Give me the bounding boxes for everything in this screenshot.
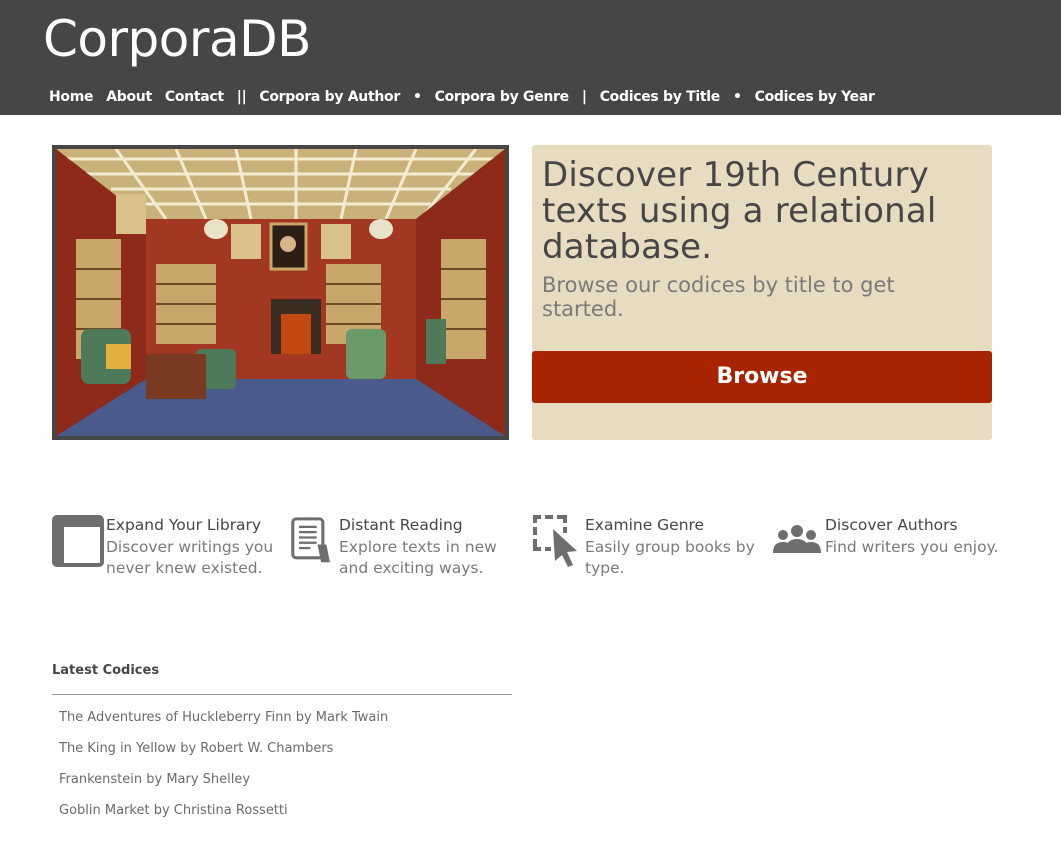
- library-room-painting: [56, 149, 505, 436]
- feature-distant-reading: Distant Reading Explore texts in new and…: [291, 515, 521, 585]
- book-icon: [52, 515, 104, 567]
- hero-library-image: [52, 145, 509, 440]
- people-group-icon: [773, 525, 821, 553]
- nav-separator: •: [732, 89, 742, 105]
- nav-codices-by-year[interactable]: Codices by Year: [755, 89, 875, 105]
- nav-home[interactable]: Home: [49, 89, 94, 105]
- feature-title: Expand Your Library: [106, 516, 262, 534]
- feature-description: Easily group books by type.: [585, 538, 755, 577]
- feature-title: Examine Genre: [585, 516, 705, 534]
- main-nav: Home About Contact || Corpora by Author …: [49, 86, 888, 108]
- site-logo[interactable]: CorporaDB: [43, 8, 311, 70]
- nav-separator: ||: [236, 89, 247, 105]
- latest-codices-heading: Latest Codices: [52, 663, 160, 678]
- list-item[interactable]: Frankenstein by Mary Shelley: [59, 770, 388, 801]
- latest-codices-list: The Adventures of Huckleberry Finn by Ma…: [59, 708, 388, 832]
- hero-subtitle: Browse our codices by title to get start…: [542, 273, 895, 321]
- hero-panel: Discover 19th Century texts using a rela…: [532, 145, 992, 440]
- feature-title: Discover Authors: [825, 516, 958, 534]
- feature-discover-authors: Discover Authors Find writers you enjoy.: [771, 515, 1011, 585]
- list-item[interactable]: The Adventures of Huckleberry Finn by Ma…: [59, 708, 388, 739]
- browse-button[interactable]: Browse: [532, 351, 992, 403]
- list-item[interactable]: Goblin Market by Christina Rossetti: [59, 801, 388, 832]
- nav-contact[interactable]: Contact: [165, 89, 224, 105]
- hero-title: Discover 19th Century texts using a rela…: [542, 155, 937, 267]
- feature-description: Find writers you enjoy.: [825, 538, 999, 556]
- feature-title: Distant Reading: [339, 516, 463, 534]
- site-header: CorporaDB Home About Contact || Corpora …: [0, 0, 1061, 115]
- feature-examine-genre: Examine Genre Easily group books by type…: [531, 515, 761, 585]
- feature-description: Discover writings you never knew existed…: [106, 538, 274, 577]
- divider: [52, 694, 512, 695]
- list-item[interactable]: The King in Yellow by Robert W. Chambers: [59, 739, 388, 770]
- feature-description: Explore texts in new and exciting ways.: [339, 538, 497, 577]
- selection-cursor-icon: [533, 515, 577, 567]
- nav-codices-by-title[interactable]: Codices by Title: [600, 89, 721, 105]
- nav-separator: |: [581, 89, 587, 105]
- nav-separator: •: [412, 89, 422, 105]
- feature-expand-library: Expand Your Library Discover writings yo…: [52, 515, 282, 585]
- tablet-reading-icon: [291, 517, 330, 563]
- nav-corpora-by-genre[interactable]: Corpora by Genre: [435, 89, 570, 105]
- nav-corpora-by-author[interactable]: Corpora by Author: [259, 89, 400, 105]
- nav-about[interactable]: About: [106, 89, 152, 105]
